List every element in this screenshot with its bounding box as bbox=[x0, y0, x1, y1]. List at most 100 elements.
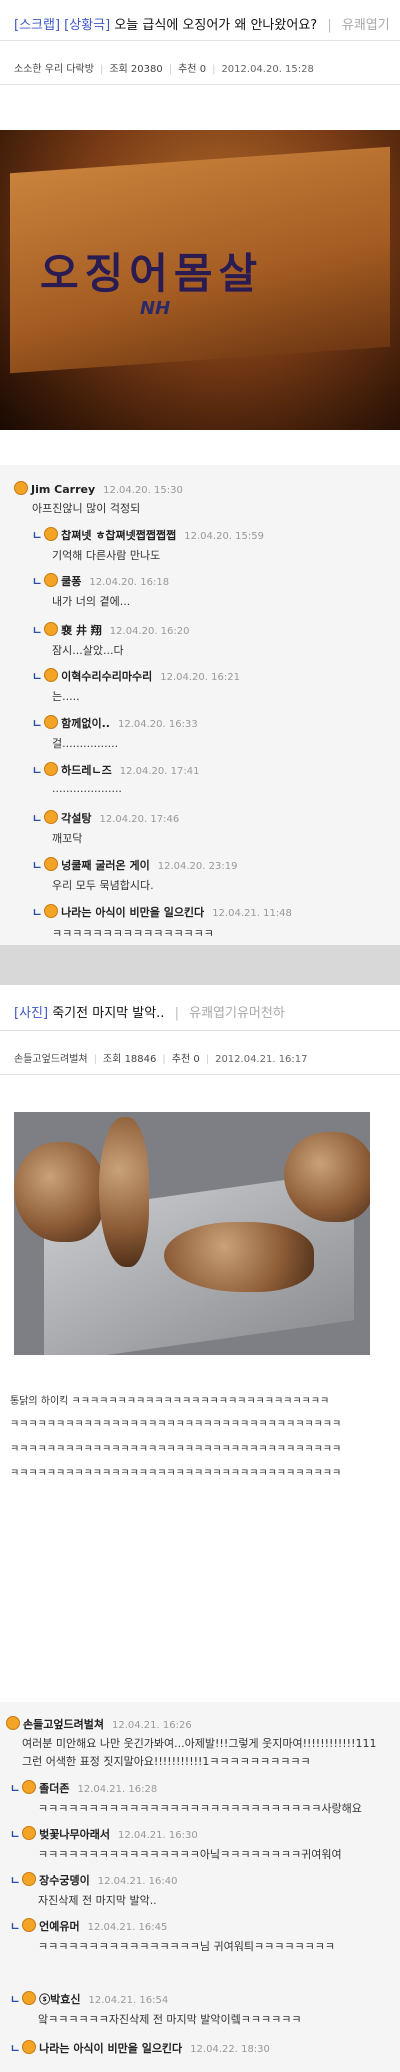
comment-nick[interactable]: 장수궁뎅이 bbox=[39, 1874, 90, 1887]
post1-title[interactable]: [스크랩] [상황극] 오늘 급식에 오징어가 왜 안나왔어요? | 유쾌엽기 bbox=[14, 14, 390, 33]
comment-nick[interactable]: 나라는 아식이 비만을 일으킨다 bbox=[61, 906, 204, 919]
comment-text: 우리 모두 묵념합시다. bbox=[52, 879, 154, 892]
comment-text: 잠시...살았...다 bbox=[52, 644, 124, 657]
comment-text: 여러분 미안해요 나만 웃긴가봐여...아제발!!!그렇게 웃지마여!!!!!!… bbox=[22, 1737, 377, 1750]
comment-text: 깨꼬닥 bbox=[52, 832, 83, 845]
user-icon bbox=[22, 2040, 37, 2054]
comment-date: 12.04.21. 16:30 bbox=[117, 1830, 198, 1841]
comment-nick[interactable]: 이혁수리수리마수리 bbox=[61, 670, 152, 683]
post2-meta: 손들고엎드려벌쳐 | 조회 18846 | 추천 0 | 2012.04.21. 16:17 bbox=[14, 1054, 308, 1065]
post2-body-line: 통닭의 하이킥 ㅋㅋㅋㅋㅋㅋㅋㅋㅋㅋㅋㅋㅋㅋㅋㅋㅋㅋㅋㅋㅋㅋㅋㅋㅋㅋㅋㅋ bbox=[10, 1396, 330, 1407]
comment-date: 12.04.20. 16:20 bbox=[109, 626, 190, 637]
post2-category[interactable]: 유쾌엽기유머천하 bbox=[189, 1006, 285, 1021]
comment-nick[interactable]: 하드레ㄴ즈 bbox=[61, 764, 112, 777]
reply-arrow-icon: ㄴ bbox=[32, 764, 43, 777]
post2-date: 2012.04.21. 16:17 bbox=[215, 1054, 308, 1065]
divider bbox=[0, 1074, 400, 1075]
comment-date: 12.04.20. 17:46 bbox=[99, 814, 180, 825]
reply-comment: ㄴ 함께없이.. 12.04.20. 16:33 bbox=[32, 715, 198, 731]
reply-arrow-icon: ㄴ bbox=[32, 575, 43, 588]
reply-comment: ㄴ 하드레ㄴ즈 12.04.20. 17:41 bbox=[32, 762, 199, 778]
post2-author[interactable]: 손들고엎드려벌쳐 bbox=[14, 1054, 88, 1065]
comment-nick[interactable]: 나라는 아식이 비만을 일으킨다 bbox=[39, 2042, 182, 2055]
reply-comment: ㄴ 장수궁뎅이 12.04.21. 16:40 bbox=[10, 1872, 177, 1888]
reply-comment: ㄴ 나라는 아식이 비만을 일으킨다 12.04.21. 11:48 bbox=[32, 904, 292, 920]
comment-nick[interactable]: 찹쪄넷 ㅎ찹쪄넷쩝쩝쩝쩝 bbox=[61, 529, 176, 542]
user-icon bbox=[22, 1918, 37, 1932]
reply-arrow-icon: ㄴ bbox=[10, 1874, 21, 1887]
comment-date: 12.04.21. 16:45 bbox=[87, 1922, 168, 1933]
comment-text: 그런 어색한 표정 짓지말아요!!!!!!!!!!!1ㅋㅋㅋㅋㅋㅋㅋㅋㅋㅋ bbox=[22, 1755, 311, 1768]
reply-arrow-icon: ㄴ bbox=[10, 1993, 21, 2006]
photo-box-text: 오징어몸살 bbox=[40, 249, 264, 298]
comment-date: 12.04.21. 16:54 bbox=[88, 1995, 169, 2006]
reply-arrow-icon: ㄴ bbox=[32, 859, 43, 872]
reply-arrow-icon: ㄴ bbox=[10, 1920, 21, 1933]
comment-date: 12.04.20. 17:41 bbox=[119, 766, 200, 777]
reply-comment: ㄴ 나라는 아식이 비만을 일으킨다 12.04.22. 18:30 bbox=[10, 2040, 270, 2056]
comment-nick[interactable]: ⓢ박효신 bbox=[39, 1993, 80, 2006]
user-icon bbox=[44, 573, 59, 587]
user-icon bbox=[44, 622, 59, 636]
post1-tag: [스크랩] bbox=[14, 18, 61, 33]
comment-text: 앜ㅋㅋㅋㅋㅋㅋ자진삭제 전 마지막 발악이렠ㅋㅋㅋㅋㅋㅋ bbox=[38, 2013, 302, 2026]
user-icon bbox=[22, 1780, 37, 1794]
user-icon bbox=[44, 668, 59, 682]
comment-date: 12.04.21. 11:48 bbox=[212, 908, 292, 919]
comment-nick[interactable]: 넝쿨째 굴러온 게이 bbox=[61, 859, 150, 872]
post1-date: 2012.04.20. 15:28 bbox=[221, 64, 314, 75]
user-icon bbox=[44, 857, 59, 871]
comment-text: 아프진않니 많이 걱정되 bbox=[32, 502, 141, 515]
reply-arrow-icon: ㄴ bbox=[10, 2042, 21, 2055]
post1-category[interactable]: 유쾌엽기 bbox=[342, 18, 390, 33]
user-icon bbox=[44, 904, 59, 918]
comment-nick[interactable]: 함께없이.. bbox=[61, 717, 110, 730]
divider bbox=[0, 84, 400, 85]
divider bbox=[0, 40, 400, 41]
reply-arrow-icon: ㄴ bbox=[32, 812, 43, 825]
post1-meta: 소소한 우리 다락방 | 조회 20380 | 추천 0 | 2012.04.20. 15:… bbox=[14, 64, 314, 75]
reply-arrow-icon: ㄴ bbox=[32, 529, 43, 542]
post1-author[interactable]: 소소한 우리 다락방 bbox=[14, 64, 94, 75]
post2-body-line: ㅋㅋㅋㅋㅋㅋㅋㅋㅋㅋㅋㅋㅋㅋㅋㅋㅋㅋㅋㅋㅋㅋㅋㅋㅋㅋㅋㅋㅋㅋㅋㅋㅋㅋㅋㅋ bbox=[10, 1419, 342, 1430]
comment-nick[interactable]: 졸더존 bbox=[39, 1782, 69, 1795]
post2-title[interactable]: [사진] 죽기전 마지막 발악.. | 유쾌엽기유머천하 bbox=[14, 1002, 285, 1021]
post1-subject[interactable]: 오늘 급식에 오징어가 왜 안나왔어요? bbox=[114, 18, 317, 33]
reply-arrow-icon: ㄴ bbox=[32, 670, 43, 683]
comment-nick[interactable]: Jim Carrey bbox=[31, 483, 95, 496]
comment-nick[interactable]: 언예유머 bbox=[39, 1920, 79, 1933]
reply-arrow-icon: ㄴ bbox=[10, 1828, 21, 1841]
post2-subject[interactable]: 죽기전 마지막 발악.. bbox=[52, 1006, 164, 1021]
comment-nick[interactable]: 손들고엎드려벌쳐 bbox=[23, 1718, 104, 1731]
comment-text: 자진삭제 전 마지막 발악.. bbox=[38, 1894, 157, 1907]
reply-comment: ㄴ 쿨퐁 12.04.20. 16:18 bbox=[32, 573, 169, 589]
comment-text: 걸................ bbox=[52, 737, 119, 750]
comment-text: .................... bbox=[52, 782, 122, 795]
user-icon bbox=[44, 715, 59, 729]
reply-comment: ㄴ 넝쿨째 굴러온 게이 12.04.20. 23:19 bbox=[32, 857, 237, 873]
divider bbox=[0, 1030, 400, 1031]
comment-date: 12.04.20. 16:21 bbox=[160, 672, 240, 683]
reply-arrow-icon: ㄴ bbox=[32, 906, 43, 919]
reply-arrow-icon: ㄴ bbox=[32, 624, 43, 637]
reply-comment: ㄴ 裵 井 翔 12.04.20. 16:20 bbox=[32, 622, 190, 638]
comment: 손들고엎드려벌쳐 12.04.21. 16:26 bbox=[6, 1716, 192, 1732]
reply-comment: ㄴ 졸더존 12.04.21. 16:28 bbox=[10, 1780, 157, 1796]
comment-nick[interactable]: 쿨퐁 bbox=[61, 575, 81, 588]
post1-likes: 추천 0 bbox=[178, 64, 207, 75]
user-icon bbox=[44, 810, 59, 824]
post1-photo: 오징어몸살 NH bbox=[0, 130, 400, 430]
comment-nick[interactable]: 벚꽃나무아래서 bbox=[39, 1828, 110, 1841]
user-icon bbox=[22, 1872, 37, 1886]
user-icon bbox=[44, 527, 59, 541]
comment: Jim Carrey 12.04.20. 15:30 bbox=[14, 481, 183, 496]
post-separator bbox=[0, 945, 400, 985]
comment-nick[interactable]: 裵 井 翔 bbox=[61, 624, 102, 637]
post1-board: [상황극] bbox=[64, 18, 111, 33]
reply-comment: ㄴ 벚꽃나무아래서 12.04.21. 16:30 bbox=[10, 1826, 198, 1842]
reply-arrow-icon: ㄴ bbox=[32, 717, 43, 730]
comment-text: ㅋㅋㅋㅋㅋㅋㅋㅋㅋㅋㅋㅋㅋㅋㅋㅋ아닠ㅋㅋㅋㅋㅋㅋㅋㅋ귀여워여 bbox=[38, 1848, 342, 1861]
comment-nick[interactable]: 각설탕 bbox=[61, 812, 91, 825]
comment-date: 12.04.20. 15:59 bbox=[184, 531, 264, 542]
reply-comment: ㄴ 찹쪄넷 ㅎ찹쪄넷쩝쩝쩝쩝 12.04.20. 15:59 bbox=[32, 527, 264, 543]
